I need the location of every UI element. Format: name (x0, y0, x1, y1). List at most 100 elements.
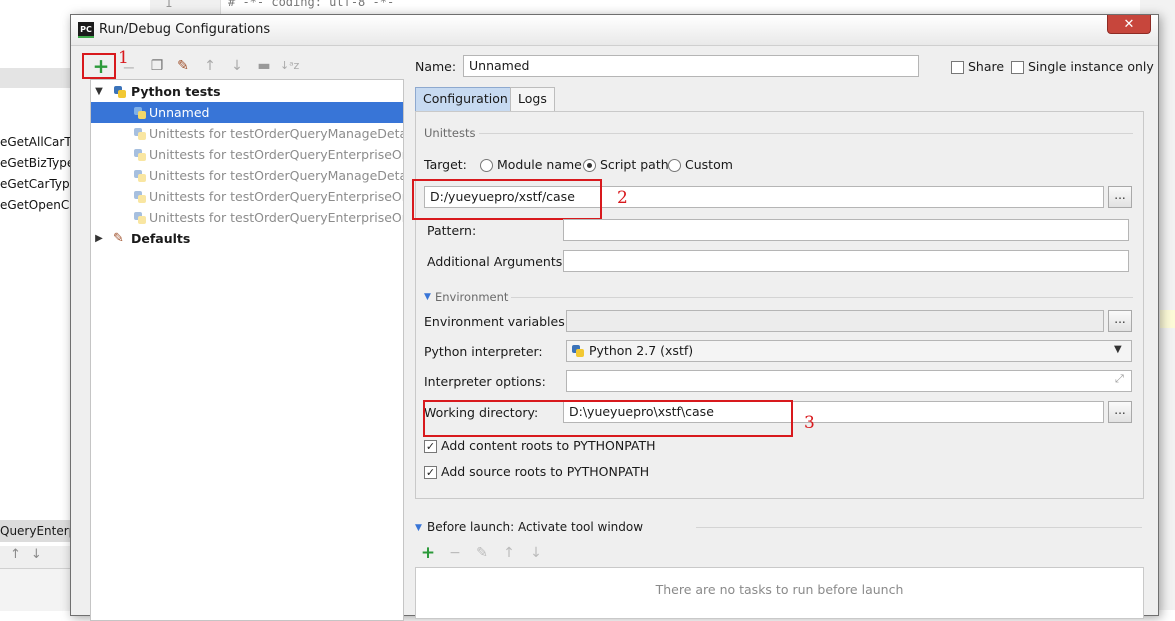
section-title-unittests: Unittests (424, 126, 476, 140)
python-logo-icon (572, 345, 584, 357)
section-divider (511, 297, 1133, 298)
python-config-icon (134, 212, 146, 224)
ide-panel-header (0, 68, 70, 88)
editor-code-line: # -*- coding: utf-8 -*- (228, 0, 395, 9)
additional-arguments-label: Additional Arguments: (427, 254, 567, 269)
ide-bottom-area (0, 568, 70, 611)
name-label: Name: (415, 59, 457, 74)
ide-test-item[interactable]: eGetOpenCi (0, 195, 70, 216)
add-source-roots-checkbox[interactable]: ✓ (424, 466, 437, 479)
environment-variables-browse-button[interactable]: ... (1108, 310, 1132, 332)
python-config-icon (134, 170, 146, 182)
tree-group-defaults[interactable]: ▶ ✎ Defaults (91, 228, 403, 249)
up-arrow-icon[interactable]: ↑ (10, 547, 21, 562)
edit-task-icon[interactable]: ✎ (474, 545, 490, 561)
expand-field-icon[interactable]: ⤢ (1115, 372, 1124, 386)
environment-collapse-icon[interactable]: ▼ (424, 292, 431, 302)
environment-variables-label: Environment variables: (424, 314, 569, 329)
remove-configuration-button[interactable]: − (120, 59, 138, 77)
python-config-icon (134, 191, 146, 203)
script-path-browse-button[interactable]: ... (1108, 186, 1132, 208)
add-configuration-button[interactable]: + (92, 56, 110, 76)
configurations-tree[interactable]: ▼ Python tests Unnamed Unittests for tes… (90, 79, 404, 621)
defaults-wrench-icon: ✎ (113, 231, 124, 246)
tree-item-label: Unittests for testOrderQueryEnterpriseOr… (149, 189, 403, 204)
tree-item[interactable]: Unittests for testOrderQueryEnterpriseOr… (91, 144, 403, 165)
empty-tasks-message: There are no tasks to run before launch (655, 582, 904, 597)
move-up-icon[interactable]: ↑ (201, 57, 219, 75)
pattern-label: Pattern: (427, 223, 477, 238)
pattern-input[interactable] (563, 219, 1129, 241)
ide-run-tab[interactable]: QueryEnterp (0, 520, 70, 542)
ide-test-item[interactable]: eGetAllCarTy (0, 132, 70, 153)
tree-item-label: Unittests for testOrderQueryManageDetail… (149, 126, 403, 141)
sort-icon[interactable]: ↓ᵃz (280, 57, 299, 75)
dialog-titlebar[interactable]: PC Run/Debug Configurations ✕ (71, 15, 1158, 46)
radio-custom[interactable] (668, 159, 681, 172)
annotation-box-2 (412, 179, 602, 220)
python-config-icon (134, 149, 146, 161)
tree-item-label: Unittests for testOrderQueryEnterpriseOr… (149, 147, 403, 162)
pycharm-logo-icon: PC (78, 22, 94, 38)
tree-group-label: Python tests (131, 84, 221, 99)
radio-custom-label: Custom (685, 157, 733, 172)
annotation-label-2: 2 (617, 188, 628, 208)
move-task-up-icon[interactable]: ↑ (501, 545, 517, 561)
remove-task-button[interactable]: − (447, 545, 463, 561)
editor-line-number: 1 (165, 0, 173, 10)
share-checkbox[interactable] (951, 61, 964, 74)
share-label: Share (968, 59, 1005, 74)
ide-test-list: eGetAllCarTy eGetBizType eGetCarType eGe… (0, 132, 70, 216)
single-instance-label: Single instance only (1028, 59, 1154, 74)
tree-item-label: Unittests for testOrderQueryManageDetail… (149, 168, 403, 183)
dialog-title: Run/Debug Configurations (99, 22, 271, 37)
working-directory-browse-button[interactable]: ... (1108, 401, 1132, 423)
tree-item[interactable]: Unittests for testOrderQueryManageDetail… (91, 123, 403, 144)
tree-item-selected[interactable]: Unnamed (91, 102, 403, 123)
python-config-icon (134, 107, 146, 119)
tree-item-label: Unittests for testOrderQueryEnterpriseOr… (149, 210, 403, 225)
ide-test-item[interactable]: eGetBizType (0, 153, 70, 174)
python-interpreter-select[interactable]: Python 2.7 (xstf) (566, 340, 1132, 362)
single-instance-checkbox[interactable] (1011, 61, 1024, 74)
tree-item[interactable]: Unittests for testOrderQueryManageDetail… (91, 165, 403, 186)
editor-gutter (150, 0, 221, 15)
tab-configuration[interactable]: Configuration (415, 87, 516, 111)
add-task-button[interactable]: + (420, 545, 436, 562)
radio-script-path-label: Script path (600, 157, 669, 172)
tree-group-label: Defaults (131, 231, 191, 246)
target-label: Target: (424, 157, 467, 172)
close-button[interactable]: ✕ (1107, 15, 1151, 34)
radio-script-path[interactable] (583, 159, 596, 172)
expand-arrow-icon[interactable]: ▼ (93, 81, 105, 102)
edit-defaults-icon[interactable]: ✎ (174, 57, 192, 75)
before-launch-title: Before launch: Activate tool window (427, 520, 644, 534)
folder-icon[interactable]: ▬ (255, 57, 273, 75)
section-title-environment: Environment (435, 290, 509, 304)
add-content-roots-checkbox[interactable]: ✓ (424, 440, 437, 453)
interpreter-options-input[interactable] (566, 370, 1132, 392)
ide-run-toolbar: ↑ ↓ (0, 546, 70, 568)
radio-module-name-label: Module name (497, 157, 582, 172)
chevron-down-icon[interactable]: ▼ (1114, 344, 1122, 355)
add-content-roots-label: Add content roots to PYTHONPATH (441, 438, 656, 453)
section-divider (696, 527, 1142, 528)
ide-test-item[interactable]: eGetCarType (0, 174, 70, 195)
expand-arrow-icon[interactable]: ▶ (93, 228, 105, 249)
radio-module-name[interactable] (480, 159, 493, 172)
tree-group-python-tests[interactable]: ▼ Python tests (91, 81, 403, 102)
before-launch-collapse-icon[interactable]: ▼ (415, 523, 422, 533)
tree-item[interactable]: Unittests for testOrderQueryEnterpriseOr… (91, 186, 403, 207)
before-launch-task-list[interactable]: There are no tasks to run before launch (415, 567, 1144, 619)
tab-logs[interactable]: Logs (510, 87, 555, 111)
additional-arguments-input[interactable] (563, 250, 1129, 272)
name-input[interactable]: Unnamed (463, 55, 919, 77)
copy-icon[interactable]: ❐ (148, 57, 166, 75)
move-down-icon[interactable]: ↓ (228, 57, 246, 75)
down-arrow-icon[interactable]: ↓ (31, 547, 42, 562)
tree-item[interactable]: Unittests for testOrderQueryEnterpriseOr… (91, 207, 403, 228)
ide-highlight-marker (1160, 310, 1175, 328)
environment-variables-input[interactable] (566, 310, 1104, 332)
python-config-icon (134, 128, 146, 140)
move-task-down-icon[interactable]: ↓ (528, 545, 544, 561)
